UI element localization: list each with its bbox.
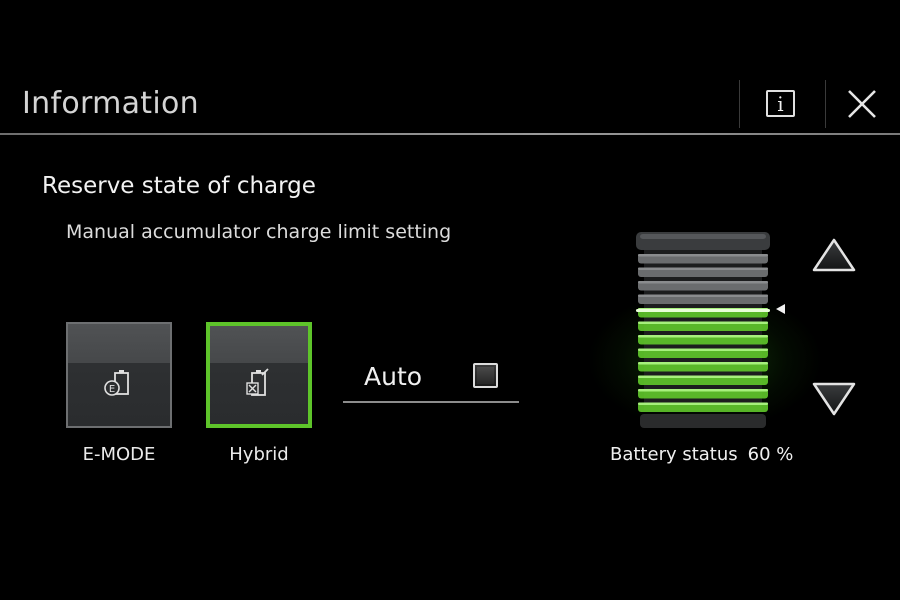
hybrid-battery-icon — [246, 368, 269, 396]
close-icon[interactable] — [845, 87, 879, 121]
battery-level-graphic — [636, 232, 770, 428]
info-button[interactable]: i — [766, 90, 795, 117]
info-icon: i — [777, 92, 784, 116]
charge-limit-marker-icon — [776, 304, 785, 314]
auto-checkbox[interactable] — [473, 363, 498, 388]
auto-label: Auto — [364, 362, 423, 391]
battery-ring-highlight — [638, 389, 768, 392]
arrow-up-icon[interactable] — [810, 236, 858, 276]
header-divider — [739, 80, 740, 128]
battery-ring-highlight — [638, 375, 768, 378]
e-mode-button[interactable]: E — [66, 322, 172, 428]
svg-text:E: E — [109, 384, 115, 395]
battery-ring-highlight — [638, 402, 768, 405]
battery-ring-highlight — [638, 254, 768, 257]
battery-ring-highlight — [638, 281, 768, 284]
battery-ring-highlight — [638, 267, 768, 270]
hybrid-button[interactable] — [206, 322, 312, 428]
e-mode-label: E-MODE — [82, 444, 156, 465]
header-bar: Information i — [0, 0, 900, 135]
battery-ring-highlight — [638, 321, 768, 324]
section-title: Reserve state of charge — [42, 173, 316, 199]
hybrid-label: Hybrid — [229, 444, 289, 465]
battery-status-label: Battery status — [610, 444, 738, 465]
header-divider-line — [0, 133, 900, 135]
arrow-down-icon[interactable] — [810, 380, 858, 420]
battery-status-value: 60 % — [747, 444, 794, 465]
battery-ring-highlight — [638, 362, 768, 365]
page-title: Information — [22, 86, 199, 121]
charge-limit-line — [636, 309, 770, 312]
battery-ring-highlight — [638, 335, 768, 338]
battery-status: Battery status 60 % — [610, 444, 793, 465]
header-divider — [825, 80, 826, 128]
auto-underline — [343, 401, 519, 403]
e-mode-battery-icon: E — [104, 370, 129, 396]
battery-ring-highlight — [638, 294, 768, 297]
battery-base — [640, 414, 766, 428]
section-subtitle: Manual accumulator charge limit setting — [66, 221, 452, 243]
battery-ring-highlight — [638, 348, 768, 351]
battery-cap-highlight — [640, 234, 766, 239]
